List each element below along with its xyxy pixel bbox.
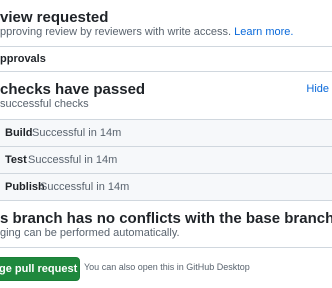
checks-description: successful checks — [0, 98, 89, 110]
check-name: Test — [5, 154, 27, 166]
no-conflicts-section: s branch has no conflicts with the base … — [0, 201, 332, 248]
merge-box: view requested pproving review by review… — [0, 0, 332, 288]
conflicts-description: ging can be performed automatically. — [0, 227, 180, 239]
checks-title: checks have passed — [0, 81, 146, 98]
approvals-row[interactable]: pprovals — [0, 47, 332, 72]
review-description-text: pproving review by reviewers with write … — [0, 26, 232, 38]
check-status: Successful in 14m — [40, 181, 130, 193]
approvals-label: pprovals — [0, 53, 46, 65]
check-row-publish[interactable]: Publish Successful in 14m — [0, 174, 332, 201]
hide-checks-link[interactable]: Hide — [306, 83, 329, 96]
conflicts-title: s branch has no conflicts with the base … — [0, 210, 332, 227]
review-title: view requested — [0, 9, 109, 26]
merge-pull-request-button[interactable]: ge pull request — [0, 257, 80, 281]
check-name: Build — [5, 127, 33, 139]
check-row-build[interactable]: Build Successful in 14m — [0, 120, 332, 147]
check-row-test[interactable]: Test Successful in 14m — [0, 147, 332, 174]
learn-more-link[interactable]: Learn more. — [234, 26, 293, 38]
check-status: Successful in 14m — [32, 127, 122, 139]
merge-actions: ge pull request You can also open this i… — [0, 248, 332, 288]
review-description: pproving review by reviewers with write … — [0, 26, 293, 39]
merge-button-label: ge pull request — [0, 263, 78, 275]
github-desktop-hint: You can also open this in GitHub Desktop — [84, 262, 250, 272]
checks-summary-section: checks have passed successful checks Hid… — [0, 72, 332, 120]
review-requested-section: view requested pproving review by review… — [0, 0, 332, 47]
check-status: Successful in 14m — [28, 154, 118, 166]
check-name: Publish — [5, 181, 45, 193]
